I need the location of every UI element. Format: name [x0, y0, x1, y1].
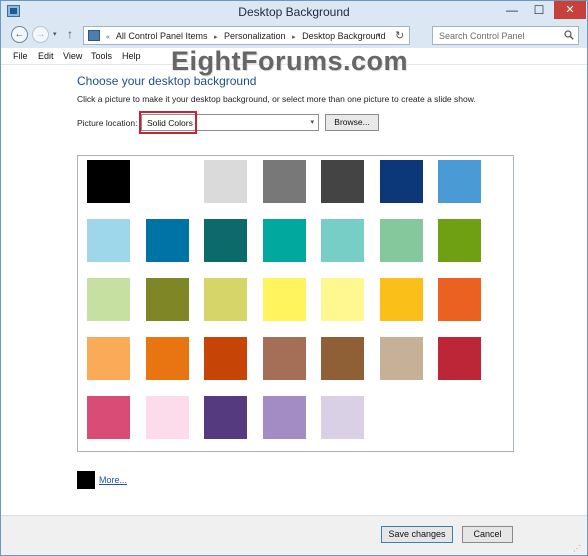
page-heading: Choose your desktop background [77, 74, 257, 88]
color-swatch[interactable] [87, 219, 130, 262]
color-swatch[interactable] [262, 278, 306, 321]
search-input[interactable] [432, 26, 579, 45]
maximize-button[interactable]: ☐ [526, 1, 552, 19]
recent-locations-icon[interactable]: ▾ [53, 30, 57, 38]
address-dropdown-icon[interactable]: ▾ [377, 31, 381, 39]
color-swatch[interactable] [145, 278, 189, 321]
color-swatch[interactable] [262, 337, 306, 380]
instructions-text: Click a picture to make it your desktop … [77, 94, 476, 104]
picture-location-label: Picture location: [77, 118, 138, 128]
menu-tools[interactable]: Tools [91, 51, 112, 61]
color-swatch[interactable] [321, 396, 364, 439]
search-icon[interactable] [564, 30, 574, 40]
menu-view[interactable]: View [63, 51, 82, 61]
color-swatch[interactable] [145, 396, 189, 439]
breadcrumb-all-control-panel-items[interactable]: All Control Panel Items [116, 31, 208, 41]
desktop-background-window: Desktop Background — ☐ ✕ ← → ▾ ↑ « All C… [0, 0, 588, 556]
menu-help[interactable]: Help [122, 51, 141, 61]
color-swatch[interactable] [204, 278, 247, 321]
color-swatch[interactable] [321, 337, 364, 380]
close-button[interactable]: ✕ [554, 1, 586, 19]
color-swatch[interactable] [204, 396, 247, 439]
color-swatch[interactable] [204, 219, 247, 262]
resize-grip-icon[interactable]: ⋰ [573, 544, 581, 553]
refresh-icon[interactable]: ↻ [395, 29, 404, 42]
more-colors-link[interactable]: More... [99, 475, 127, 485]
footer-bar: Save changes Cancel ⋰ [1, 515, 587, 555]
color-swatch[interactable] [438, 160, 481, 203]
color-swatch[interactable] [87, 278, 130, 321]
breadcrumb-desktop-background[interactable]: Desktop Background [302, 31, 386, 41]
color-swatch[interactable] [438, 337, 481, 380]
breadcrumb-personalization[interactable]: Personalization [224, 31, 286, 41]
color-swatch[interactable] [321, 278, 364, 321]
color-swatch[interactable] [262, 219, 306, 262]
color-swatch[interactable] [204, 160, 247, 203]
back-button[interactable]: ← [11, 26, 28, 43]
control-panel-icon [88, 30, 100, 41]
breadcrumb-separator-icon[interactable]: ▸ [214, 34, 218, 41]
breadcrumb-separator-icon[interactable]: ▸ [292, 34, 296, 41]
color-picker-grid [77, 155, 514, 452]
color-swatch[interactable] [87, 396, 130, 439]
address-toolbar: ← → ▾ ↑ « All Control Panel Items ▸ Pers… [1, 23, 587, 48]
breadcrumb-overflow-icon[interactable]: « [106, 34, 110, 41]
forward-button[interactable]: → [32, 26, 49, 43]
title-bar: Desktop Background — ☐ ✕ [1, 1, 587, 23]
current-color-swatch [77, 471, 95, 489]
address-box[interactable]: « All Control Panel Items ▸ Personalizat… [83, 26, 410, 45]
menu-file[interactable]: File [13, 51, 28, 61]
menu-edit[interactable]: Edit [38, 51, 54, 61]
color-swatch[interactable] [379, 337, 423, 380]
color-swatch[interactable] [321, 219, 364, 262]
color-swatch[interactable] [262, 160, 306, 203]
color-swatch[interactable] [379, 219, 423, 262]
up-icon[interactable]: ↑ [67, 27, 73, 41]
color-swatch[interactable] [204, 337, 247, 380]
color-swatch[interactable] [262, 396, 306, 439]
color-swatch[interactable] [145, 160, 189, 203]
color-swatch[interactable] [87, 160, 130, 203]
chevron-down-icon[interactable]: ▾ [310, 118, 314, 126]
breadcrumb: « All Control Panel Items ▸ Personalizat… [106, 31, 390, 41]
color-swatch[interactable] [379, 160, 423, 203]
highlight-annotation [139, 111, 197, 134]
browse-button[interactable]: Browse... [325, 114, 379, 131]
color-swatch[interactable] [379, 278, 423, 321]
color-swatch[interactable] [145, 219, 189, 262]
site-watermark: EightForums.com [171, 46, 409, 76]
color-swatch[interactable] [438, 278, 481, 321]
minimize-button[interactable]: — [499, 1, 525, 19]
color-swatch[interactable] [438, 219, 481, 262]
color-swatch[interactable] [321, 160, 364, 203]
cancel-button[interactable]: Cancel [462, 526, 513, 543]
save-changes-button[interactable]: Save changes [381, 526, 453, 543]
color-swatch[interactable] [145, 337, 189, 380]
color-swatch[interactable] [87, 337, 130, 380]
